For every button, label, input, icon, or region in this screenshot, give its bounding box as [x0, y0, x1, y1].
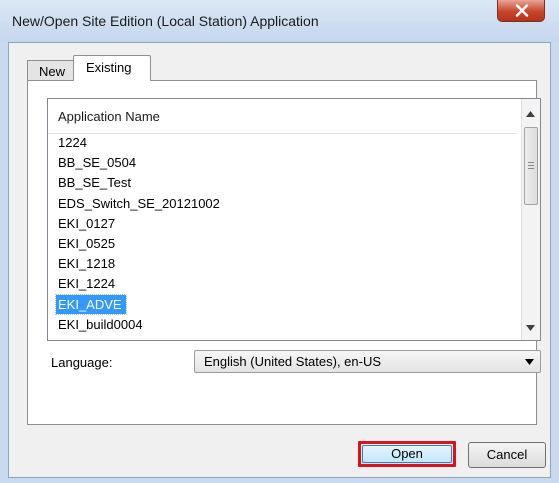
close-button[interactable] — [497, 0, 545, 22]
list-item[interactable]: BB_SE_0504 — [48, 153, 516, 173]
thumb-grip-line — [528, 162, 534, 163]
list-item-selected[interactable]: EKI_ADVE — [48, 293, 516, 315]
vertical-scrollbar[interactable] — [521, 99, 540, 340]
list-item[interactable]: EKI_build0004 — [48, 315, 516, 335]
chevron-down-icon — [525, 359, 534, 365]
application-list[interactable]: Application Name 1224 BB_SE_0504 BB_SE_T… — [47, 98, 541, 341]
scroll-up-arrow-icon[interactable] — [526, 111, 535, 117]
list-item[interactable]: BB_SE_Test — [48, 173, 516, 193]
list-item[interactable]: EKI_1224 — [48, 274, 516, 294]
scrollbar-thumb[interactable] — [524, 127, 538, 205]
title-bar[interactable]: New/Open Site Edition (Local Station) Ap… — [0, 0, 559, 42]
list-items: 1224 BB_SE_0504 BB_SE_Test EDS_Switch_SE… — [48, 133, 516, 335]
open-button[interactable]: Open — [358, 441, 456, 467]
list-item[interactable]: EDS_Switch_SE_20121002 — [48, 194, 516, 214]
tab-new[interactable]: New — [27, 60, 75, 81]
language-dropdown[interactable]: English (United States), en-US — [194, 350, 541, 373]
tab-existing-label: Existing — [86, 60, 132, 75]
cancel-button[interactable]: Cancel — [468, 442, 546, 468]
list-item[interactable]: 1224 — [48, 133, 516, 153]
cancel-button-label: Cancel — [486, 447, 528, 462]
list-item[interactable]: EKI_0127 — [48, 214, 516, 234]
language-selected-value: English (United States), en-US — [204, 354, 382, 369]
close-icon — [515, 4, 529, 17]
tab-new-label: New — [39, 64, 66, 79]
column-header-label: Application Name — [58, 109, 160, 124]
list-item[interactable]: EKI_0525 — [48, 234, 516, 254]
dialog-window: New/Open Site Edition (Local Station) Ap… — [0, 0, 559, 483]
scroll-down-arrow-icon[interactable] — [526, 325, 535, 331]
column-header-application-name[interactable]: Application Name — [48, 99, 516, 134]
list-item[interactable]: EKI_1218 — [48, 254, 516, 274]
language-label: Language: — [51, 355, 113, 370]
open-button-label: Open — [391, 446, 423, 461]
tab-existing[interactable]: Existing — [73, 55, 151, 81]
thumb-grip-line — [528, 165, 534, 166]
window-title: New/Open Site Edition (Local Station) Ap… — [12, 13, 319, 29]
thumb-grip-line — [528, 168, 534, 169]
